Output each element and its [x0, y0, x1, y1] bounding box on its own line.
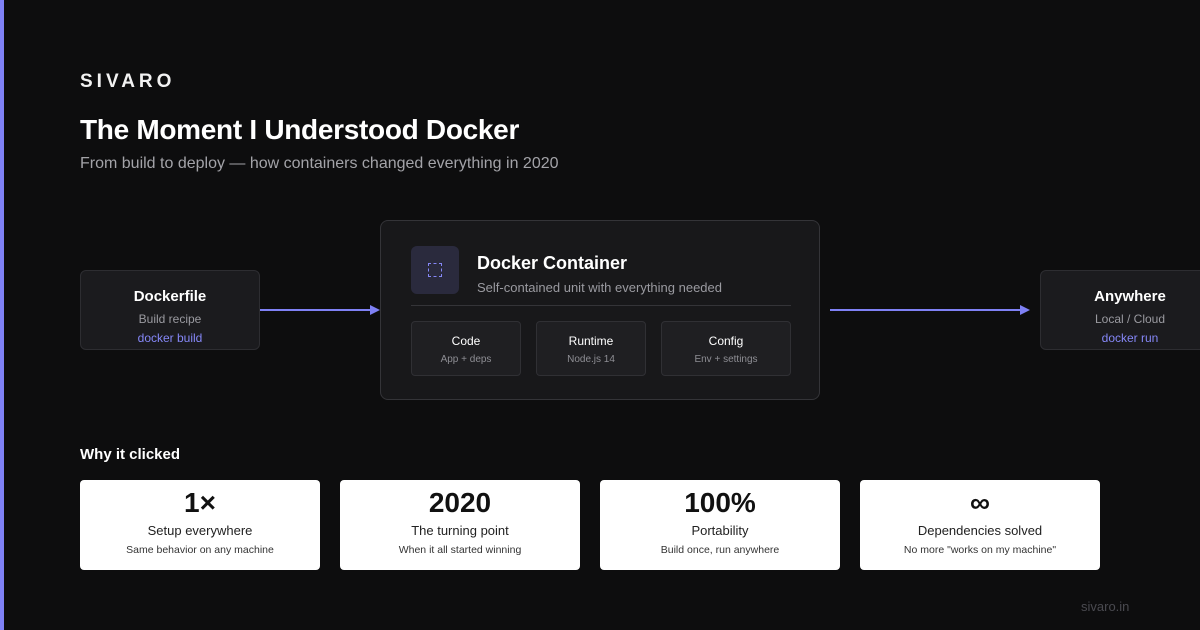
dockerfile-node: Dockerfile Build recipe docker build [80, 270, 260, 350]
arrow-run-head [1020, 305, 1030, 315]
stat-card: ∞ Dependencies solved No more "works on … [860, 480, 1100, 570]
stat-label: The turning point [411, 523, 509, 538]
anywhere-sub: Local / Cloud [1094, 312, 1166, 326]
brand-logo: SIVARO [80, 71, 176, 92]
container-sub: Self-contained unit with everything need… [477, 280, 722, 295]
cell-value: App + deps [440, 354, 492, 365]
stat-value: 1× [184, 487, 216, 518]
page-subtitle: From build to deploy — how containers ch… [80, 155, 559, 172]
dockerfile-title: Dockerfile [133, 288, 207, 305]
stat-label: Setup everywhere [147, 523, 253, 538]
cell-value: Env + settings [694, 354, 758, 365]
anywhere-node: Anywhere Local / Cloud docker run [1040, 270, 1200, 350]
arrow-build [260, 309, 372, 311]
arrow-run [830, 309, 1022, 311]
arrow-build-head [370, 305, 380, 315]
stat-card: 1× Setup everywhere Same behavior on any… [80, 480, 320, 570]
stat-value: 2020 [428, 487, 492, 518]
anywhere-title: Anywhere [1094, 288, 1166, 305]
cell-runtime: Runtime Node.js 14 [536, 321, 646, 376]
stat-value: 100% [684, 487, 756, 518]
docker-container-node: Docker Container Self-contained unit wit… [380, 220, 820, 400]
container-icon [411, 246, 459, 294]
cell-value: Node.js 14 [567, 354, 615, 365]
page-title: The Moment I Understood Docker [80, 114, 520, 145]
container-title: Docker Container [477, 253, 628, 273]
cell-label: Code [451, 334, 481, 348]
stat-card: 100% Portability Build once, run anywher… [600, 480, 840, 570]
stat-desc: When it all started winning [398, 544, 522, 556]
dockerfile-sub: Build recipe [138, 312, 202, 326]
cell-code: Code App + deps [411, 321, 521, 376]
stat-label: Dependencies solved [917, 523, 1043, 538]
docker-run-command: docker run [1101, 331, 1159, 345]
stat-desc: No more "works on my machine" [903, 544, 1057, 556]
why-heading: Why it clicked [80, 446, 181, 463]
docker-build-command: docker build [137, 331, 203, 345]
stat-label: Portability [691, 523, 749, 538]
accent-bar [0, 0, 4, 630]
stat-card: 2020 The turning point When it all start… [340, 480, 580, 570]
cell-label: Config [708, 334, 744, 348]
stat-desc: Build once, run anywhere [660, 544, 780, 556]
cell-label: Runtime [568, 334, 614, 348]
container-divider [411, 305, 791, 306]
cell-config: Config Env + settings [661, 321, 791, 376]
footer-url[interactable]: sivaro.in [1081, 599, 1129, 614]
stat-value: ∞ [970, 487, 990, 518]
stat-desc: Same behavior on any machine [126, 544, 274, 556]
